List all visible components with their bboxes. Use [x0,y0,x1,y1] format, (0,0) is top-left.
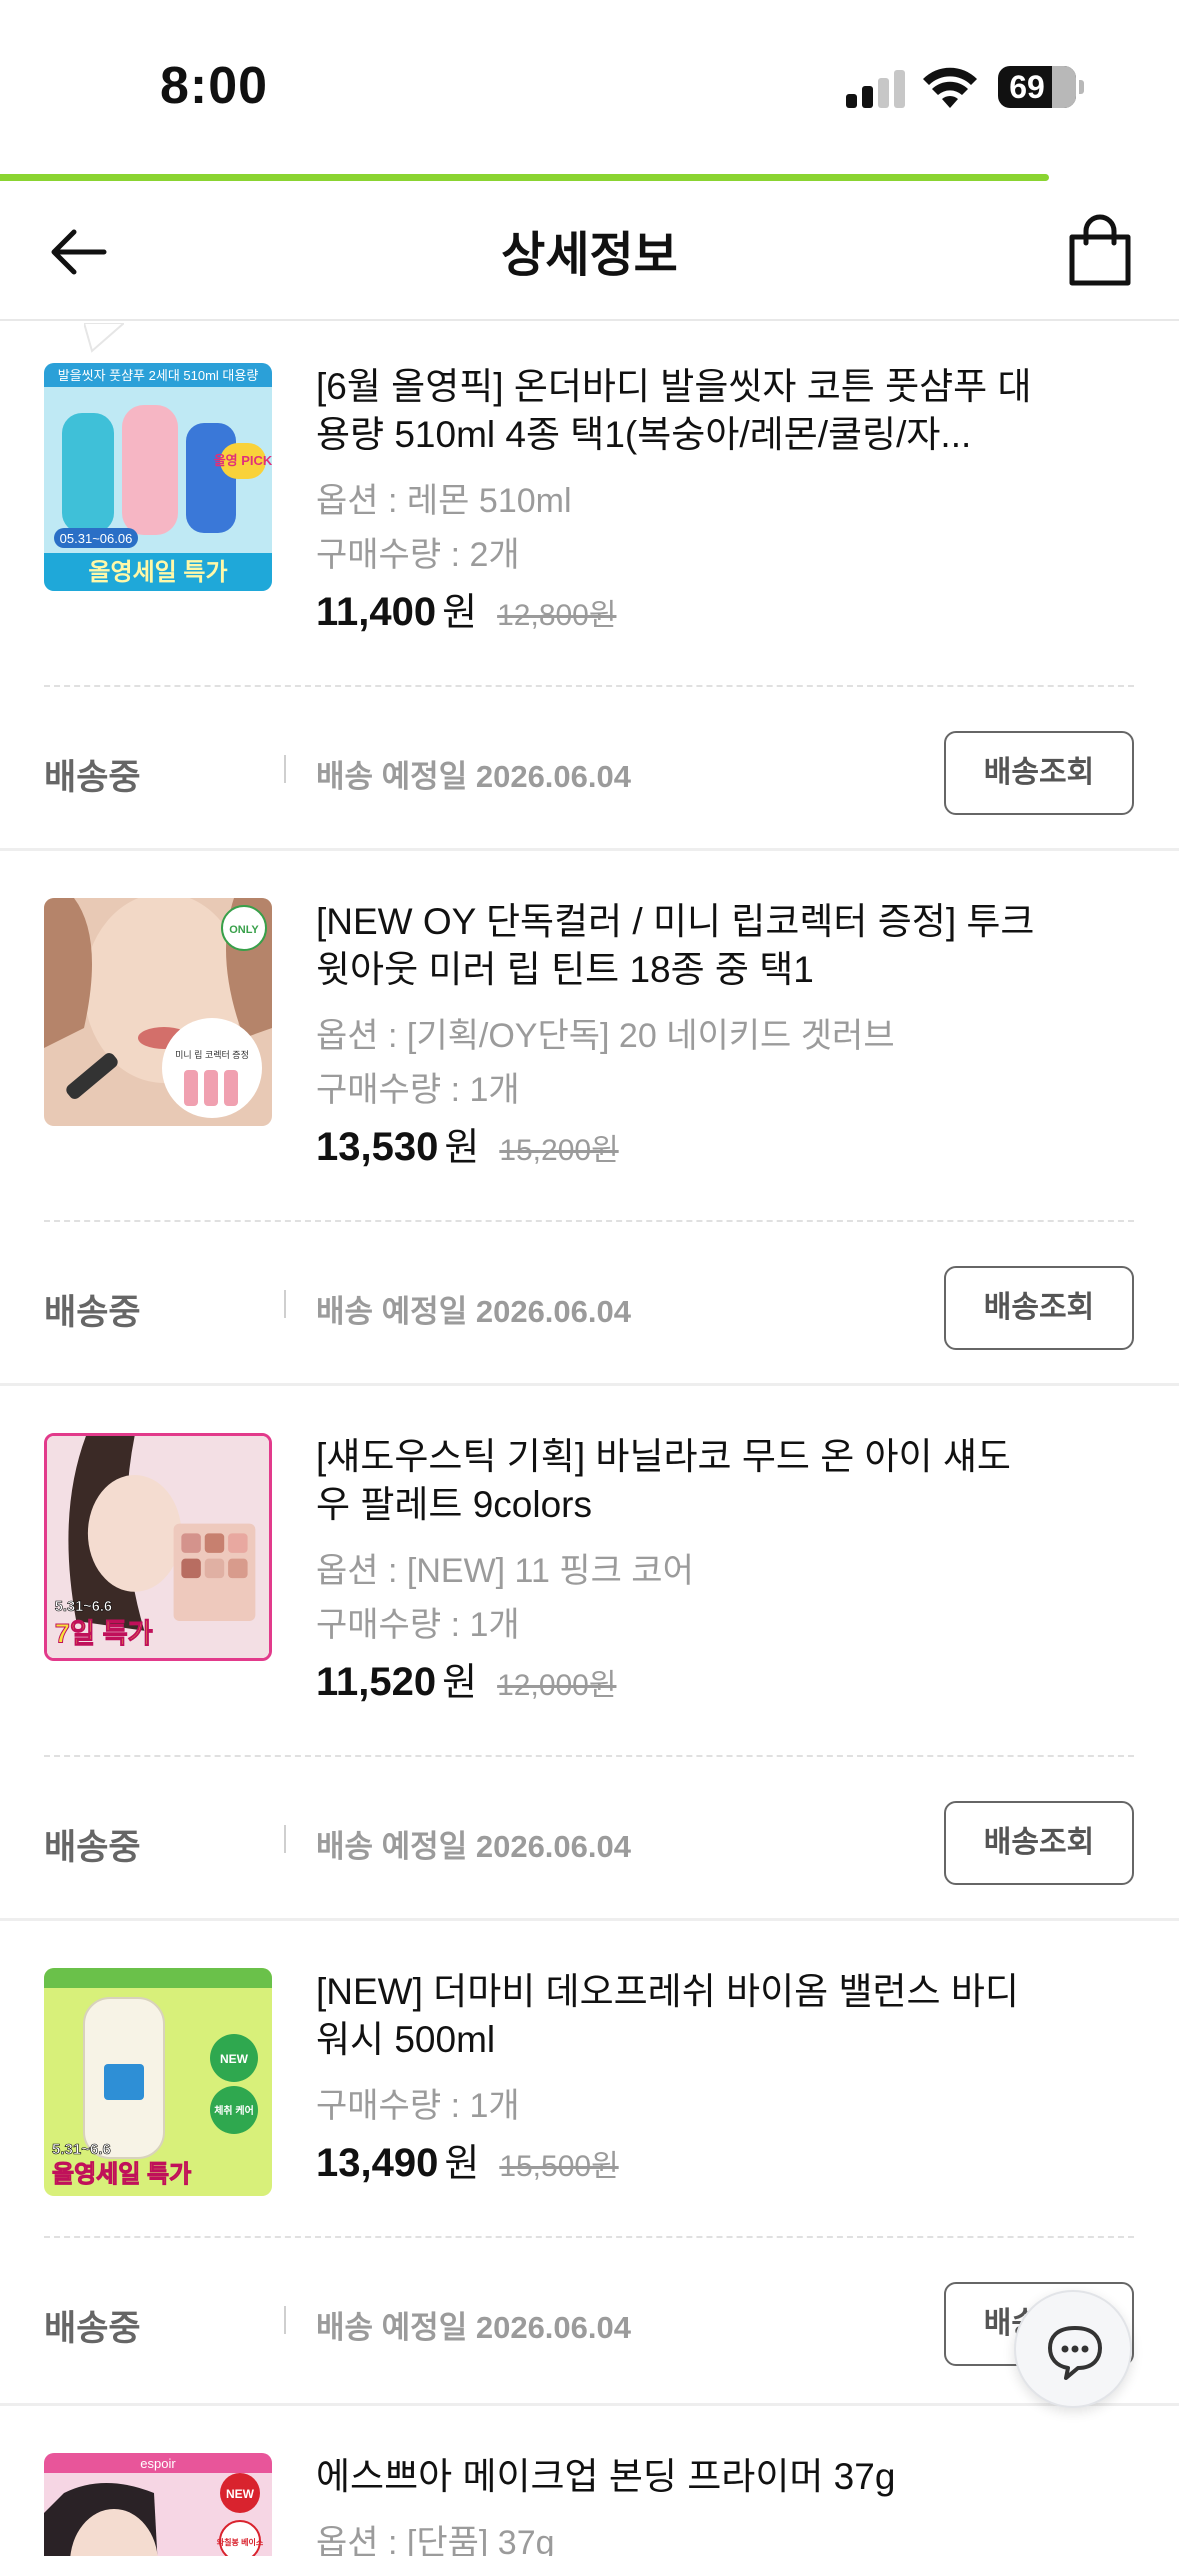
track-delivery-button[interactable]: 배송조회 [944,1266,1134,1350]
product-name[interactable]: 에스쁘아 메이크업 본딩 프라이머 37g [316,2453,1036,2501]
purchase-quantity: 구매수량 : 2개 [316,536,520,574]
dashed-divider [44,1755,1134,1757]
svg-text:05.31~06.06: 05.31~06.06 [60,531,133,546]
purchase-quantity: 구매수량 : 1개 [316,1606,520,1644]
order-items-list: 발을씻자 풋샴푸 2세대 510ml 대용량 올영 PICK 05.31~06.… [0,323,1179,2556]
ship-date-value: 2026.06.04 [475,2310,631,2345]
page-title: 상세정보 [501,229,678,282]
ship-date-value: 2026.06.04 [475,1294,631,1329]
ship-date-label: 배송 예정일 [316,2310,468,2345]
battery-nub [1079,80,1084,94]
svg-text:체취 케어: 체취 케어 [214,2104,254,2117]
svg-text:미니 립 코렉터 증정: 미니 립 코렉터 증정 [175,1050,249,1060]
expected-delivery: 배송 예정일 2026.06.04 [316,1286,631,1331]
currency-label: 원 [442,1662,478,1704]
original-price: 12,000원 [497,1669,617,1702]
sale-price: 11,400 [316,590,437,634]
progress-fill [0,174,1050,181]
status-bar: 8:00 69 [0,0,1179,176]
battery-percent: 69 [1009,69,1045,105]
svg-text:5.31~6.6: 5.31~6.6 [52,2141,111,2158]
tooltip-tail [84,323,124,353]
delivery-status: 배송중 [44,1828,141,1867]
section-separator [0,848,1179,851]
sale-price: 13,490 [316,2141,439,2185]
ship-date-label: 배송 예정일 [316,1294,468,1329]
product-name[interactable]: [NEW] 더마비 데오프레쉬 바이옴 밸런스 바디워시 500ml [316,1968,1036,2064]
svg-text:발을씻자 풋샴푸 2세대 510ml 대용량: 발을씻자 풋샴푸 2세대 510ml 대용량 [58,368,259,383]
svg-text:NEW: NEW [220,2052,249,2066]
divider-bar [284,1290,286,1318]
chat-bubble-icon [1048,2326,1102,2380]
divider-bar [284,1825,286,1853]
svg-text:올영세일 특가: 올영세일 특가 [88,559,227,586]
svg-text:espoir: espoir [140,2456,176,2471]
product-thumbnail[interactable]: espoir NEW 와칠봉 베이스 [44,2453,272,2556]
price-row: 13,530 원 15,200원 [316,1116,619,1171]
currency-label: 원 [444,2143,480,2185]
dashed-divider [44,1220,1134,1222]
ship-date-value: 2026.06.04 [475,1829,631,1864]
product-option: 옵션 : [단품] 37g [316,2524,555,2556]
delivery-status: 배송중 [44,758,141,797]
cellular-signal-icon [846,70,906,108]
product-thumbnail[interactable]: ONLY 미니 립 코렉터 증정 [44,898,272,1126]
sale-price: 11,520 [316,1660,437,1704]
svg-text:올영세일 특가: 올영세일 특가 [52,2161,191,2188]
delivery-status: 배송중 [44,2309,141,2348]
product-thumbnail[interactable]: 발을씻자 풋샴푸 2세대 510ml 대용량 올영 PICK 05.31~06.… [44,363,272,591]
price-row: 11,400 원 12,800원 [316,581,616,636]
product-option: 옵션 : [NEW] 11 핑크 코어 [316,1552,694,1590]
ship-date-value: 2026.06.04 [475,759,631,794]
battery-icon: 69 [998,66,1076,108]
svg-text:NEW: NEW [226,2487,255,2501]
product-option: 옵션 : 레몬 510ml [316,482,572,520]
track-delivery-button[interactable]: 배송조회 [944,731,1134,815]
nav-bar: 상세정보 [0,181,1179,321]
original-price: 15,500원 [499,2150,619,2183]
expected-delivery: 배송 예정일 2026.06.04 [316,1821,631,1866]
original-price: 12,800원 [497,599,617,632]
sale-price: 13,530 [316,1125,439,1169]
currency-label: 원 [444,1127,480,1169]
divider-bar [284,2306,286,2334]
delivery-status: 배송중 [44,1293,141,1332]
svg-text:와칠봉 베이스: 와칠봉 베이스 [217,2537,264,2547]
svg-text:5.31~6.6: 5.31~6.6 [55,1599,112,1615]
shopping-bag-icon[interactable] [1064,213,1136,289]
status-time: 8:00 [160,57,269,115]
expected-delivery: 배송 예정일 2026.06.04 [316,751,631,796]
product-thumbnail[interactable]: 5.31~6.6 7일 특가 [44,1433,272,1661]
svg-text:ONLY: ONLY [229,924,259,936]
purchase-quantity: 구매수량 : 1개 [316,1071,520,1109]
price-row: 13,490 원 15,500원 [316,2132,619,2187]
section-separator [0,1918,1179,1921]
product-name[interactable]: [NEW OY 단독컬러 / 미니 립코렉터 증정] 투크 윗아웃 미러 립 틴… [316,898,1036,994]
currency-label: 원 [442,592,478,634]
product-name[interactable]: [6월 올영픽] 온더바디 발을씻자 코튼 풋샴푸 대용량 510ml 4종 택… [316,363,1036,459]
section-separator [0,1383,1179,1386]
track-delivery-button[interactable]: 배송조회 [944,1801,1134,1885]
product-thumbnail[interactable]: NEW 체취 케어 5.31~6.6 올영세일 특가 [44,1968,272,2196]
section-separator [0,2403,1179,2406]
purchase-quantity: 구매수량 : 1개 [316,2087,520,2125]
dashed-divider [44,2236,1134,2238]
divider-bar [284,755,286,783]
dashed-divider [44,685,1134,687]
price-row: 11,520 원 12,000원 [316,1651,616,1706]
product-name[interactable]: [섀도우스틱 기획] 바닐라코 무드 온 아이 섀도우 팔레트 9colors [316,1433,1036,1529]
svg-text:올영 PICK: 올영 PICK [214,453,272,468]
ship-date-label: 배송 예정일 [316,759,468,794]
original-price: 15,200원 [499,1134,619,1167]
expected-delivery: 배송 예정일 2026.06.04 [316,2302,631,2347]
svg-text:7일 특가: 7일 특가 [55,1617,153,1648]
chat-button[interactable] [1014,2290,1132,2408]
product-option: 옵션 : [기획/OY단독] 20 네이키드 겟러브 [316,1017,895,1055]
wifi-icon [923,67,977,108]
ship-date-label: 배송 예정일 [316,1829,468,1864]
page-load-progress [0,174,1179,181]
